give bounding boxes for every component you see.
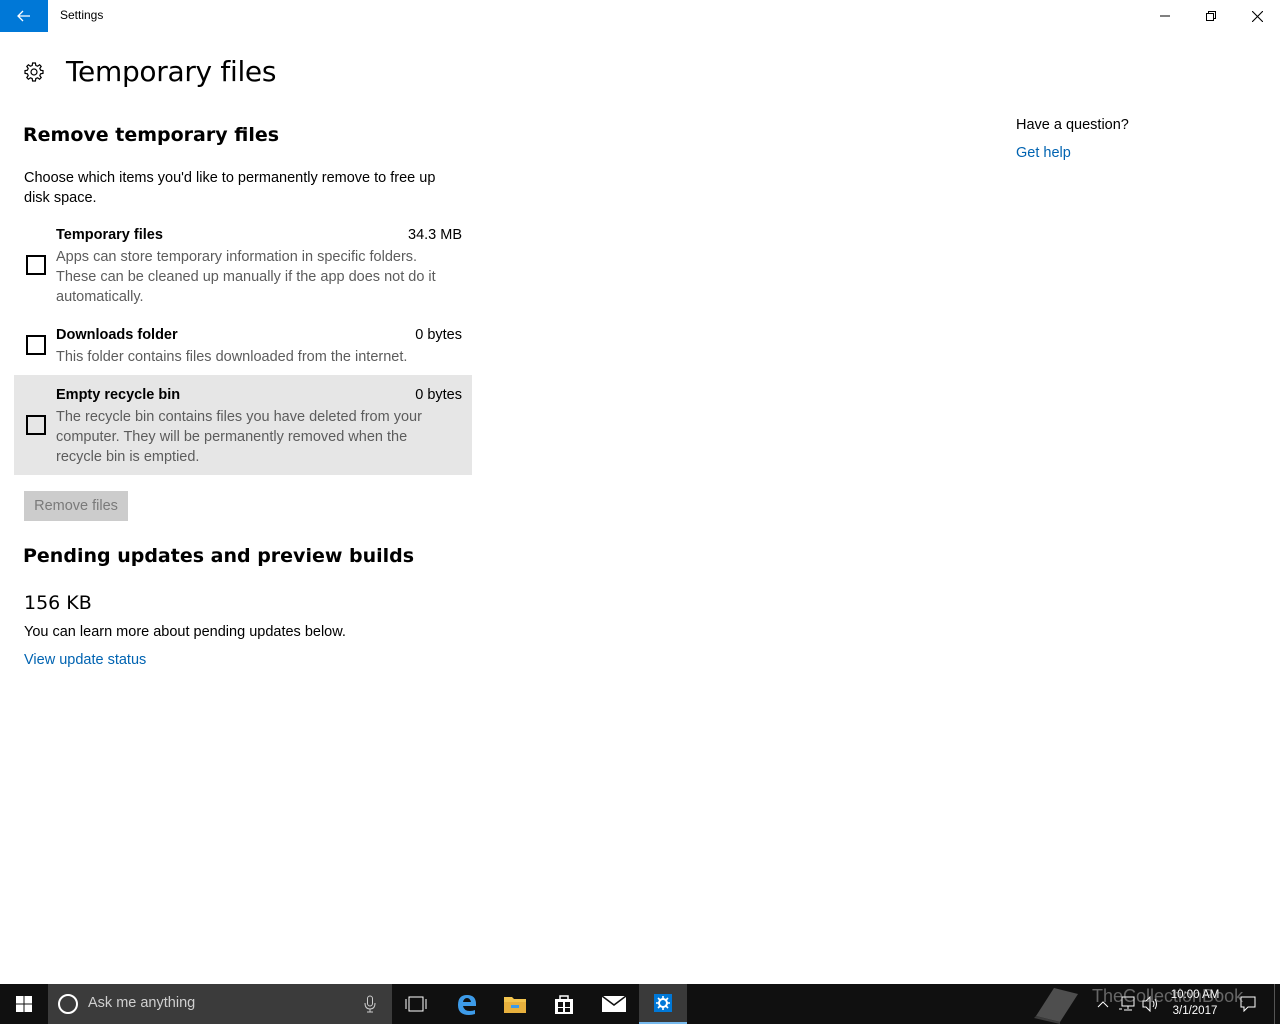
search-placeholder: Ask me anything xyxy=(88,995,196,1011)
mail-icon xyxy=(601,995,627,1012)
show-desktop-button[interactable] xyxy=(1274,984,1280,1024)
minimize-icon xyxy=(1160,15,1170,17)
search-box[interactable]: Ask me anything xyxy=(48,984,392,1024)
item-description: This folder contains files downloaded fr… xyxy=(56,349,408,365)
option-empty-recycle-bin[interactable]: Empty recycle bin 0 bytes The recycle bi… xyxy=(14,375,472,475)
page-title: Temporary files xyxy=(66,55,277,88)
watermark-text: TheCollectionBook xyxy=(1092,986,1244,1006)
settings-taskbar-button[interactable] xyxy=(639,984,687,1024)
option-temporary-files[interactable]: Temporary files 34.3 MB Apps can store t… xyxy=(14,225,472,309)
task-view-button[interactable] xyxy=(392,984,440,1024)
file-explorer-icon xyxy=(504,997,526,1013)
start-button[interactable] xyxy=(0,984,48,1024)
checkbox-temporary-files[interactable] xyxy=(26,255,46,275)
item-size: 34.3 MB xyxy=(408,227,462,243)
cortana-icon[interactable] xyxy=(58,994,78,1014)
item-size: 0 bytes xyxy=(415,327,462,343)
section-heading-remove-temporary-files: Remove temporary files xyxy=(23,124,280,146)
edge-icon xyxy=(458,995,476,1015)
restore-button[interactable] xyxy=(1188,0,1234,32)
restore-icon xyxy=(1206,11,1216,21)
settings-icon xyxy=(654,994,672,1012)
start-icon xyxy=(16,996,32,1012)
app-title: Settings xyxy=(60,8,104,22)
section-description: Choose which items you'd like to permane… xyxy=(24,170,436,206)
item-description: The recycle bin contains files you have … xyxy=(56,409,422,465)
item-description: Apps can store temporary information in … xyxy=(56,249,436,305)
pending-updates-size: 156 KB xyxy=(24,592,92,614)
edge-button[interactable] xyxy=(443,984,491,1024)
checkbox-downloads-folder[interactable] xyxy=(26,335,46,355)
microphone-icon[interactable] xyxy=(364,995,376,1013)
item-name: Empty recycle bin xyxy=(56,387,181,403)
help-question: Have a question? xyxy=(1016,117,1129,133)
file-explorer-button[interactable] xyxy=(491,984,539,1024)
gear-icon xyxy=(24,62,44,82)
task-view-icon xyxy=(405,996,427,1012)
item-size: 0 bytes xyxy=(415,387,462,403)
option-downloads-folder[interactable]: Downloads folder 0 bytes This folder con… xyxy=(14,325,472,369)
close-button[interactable] xyxy=(1234,0,1280,32)
back-button[interactable] xyxy=(0,0,48,32)
arrow-left-icon xyxy=(17,10,30,22)
item-name: Temporary files xyxy=(56,227,163,243)
section-heading-pending-updates: Pending updates and preview builds xyxy=(23,545,415,567)
minimize-button[interactable] xyxy=(1142,0,1188,32)
item-name: Downloads folder xyxy=(56,327,178,343)
close-icon xyxy=(1251,10,1263,22)
book-icon xyxy=(1034,988,1078,1024)
view-update-status-link[interactable]: View update status xyxy=(24,652,146,668)
get-help-link[interactable]: Get help xyxy=(1016,145,1071,161)
pending-updates-description: You can learn more about pending updates… xyxy=(24,624,346,640)
store-button[interactable] xyxy=(540,984,588,1024)
title-bar: Settings xyxy=(0,0,1280,32)
mail-button[interactable] xyxy=(590,984,638,1024)
watermark: TheCollectionBook xyxy=(1030,980,1270,1024)
remove-files-button[interactable]: Remove files xyxy=(24,491,128,521)
checkbox-empty-recycle-bin[interactable] xyxy=(26,415,46,435)
store-icon xyxy=(555,995,573,1014)
